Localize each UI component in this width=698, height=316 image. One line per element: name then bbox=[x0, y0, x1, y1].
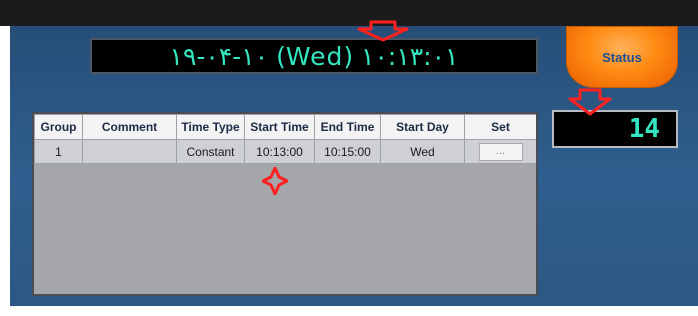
date-time-display: ۱۹-۰۴-۱۰ (Wed) ۱۰:۱۳:۰۱ bbox=[90, 38, 538, 74]
cell-end-time: 10:15:00 bbox=[314, 139, 381, 164]
status-button[interactable]: Status bbox=[566, 26, 678, 88]
table-header-row: Group Comment Time Type Start Time End T… bbox=[34, 114, 536, 140]
counter-value: 14 bbox=[628, 114, 660, 144]
cell-set: ... bbox=[464, 139, 536, 164]
title-bar bbox=[0, 0, 698, 26]
column-header-end-time[interactable]: End Time bbox=[314, 114, 381, 140]
status-button-label: Status bbox=[602, 49, 642, 65]
down-arrow-marker-icon bbox=[357, 20, 409, 42]
cell-time-type: Constant bbox=[176, 139, 245, 164]
column-header-start-time[interactable]: Start Time bbox=[244, 114, 315, 140]
set-button[interactable]: ... bbox=[478, 142, 523, 161]
column-header-time-type[interactable]: Time Type bbox=[176, 114, 245, 140]
cell-group: 1 bbox=[34, 139, 83, 164]
crosshair-marker-icon bbox=[262, 167, 288, 195]
cell-start-time: 10:13:00 bbox=[244, 139, 315, 164]
date-time-text: ۱۹-۰۴-۱۰ (Wed) ۱۰:۱۳:۰۱ bbox=[169, 41, 459, 71]
cell-start-day: Wed bbox=[380, 139, 465, 164]
schedule-table: Group Comment Time Type Start Time End T… bbox=[32, 112, 538, 296]
column-header-set[interactable]: Set bbox=[464, 114, 536, 140]
column-header-start-day[interactable]: Start Day bbox=[380, 114, 465, 140]
column-header-comment[interactable]: Comment bbox=[82, 114, 177, 140]
down-arrow-marker-icon bbox=[568, 88, 612, 116]
table-row[interactable]: 1 Constant 10:13:00 10:15:00 Wed ... bbox=[34, 139, 536, 164]
column-header-group[interactable]: Group bbox=[34, 114, 83, 140]
cell-comment[interactable] bbox=[82, 139, 177, 164]
